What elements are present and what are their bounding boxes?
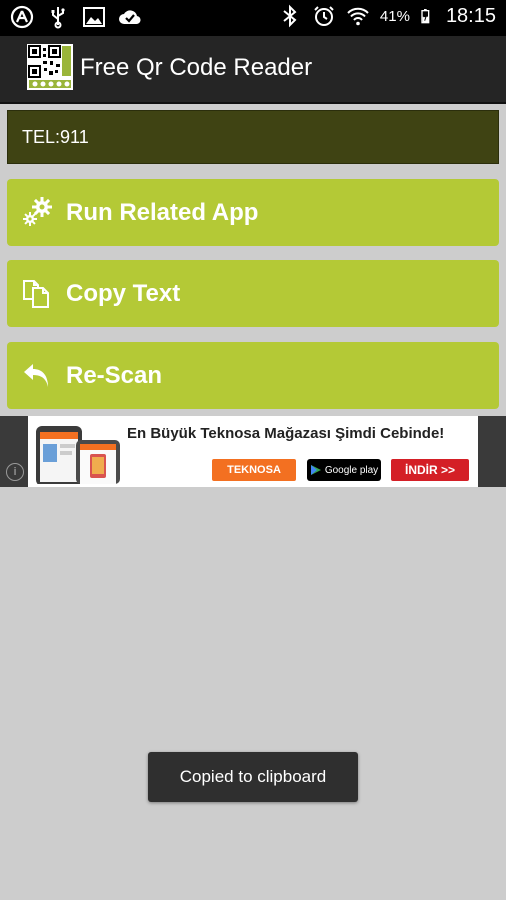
ad-download-button[interactable]: İNDİR >> [391, 459, 469, 481]
run-related-app-button[interactable]: Run Related App [7, 179, 499, 246]
clock: 18:15 [445, 4, 496, 27]
ad-banner-container: i En Büyük Teknosa Mağazası Şimdi Cebind… [0, 416, 506, 487]
qr-code-icon[interactable] [27, 44, 73, 90]
wifi-icon [347, 7, 369, 26]
status-bar: 41% 18:15 [0, 0, 506, 36]
reply-arrow-icon [24, 364, 48, 387]
battery-icon [421, 9, 430, 24]
app-title: Free Qr Code Reader [80, 54, 313, 81]
re-scan-button[interactable]: Re-Scan [7, 342, 499, 409]
sync-check-icon [119, 10, 141, 25]
bluetooth-icon [283, 4, 297, 28]
phone-illustration [36, 426, 120, 484]
battery-percent: 41% [379, 7, 410, 25]
status-right-icons: 41% 18:15 [278, 4, 496, 28]
alarm-icon [314, 6, 334, 26]
google-play-label: Google play [324, 464, 379, 476]
toast-message: Copied to clipboard [148, 752, 358, 802]
copy-text-label: Copy Text [66, 280, 181, 307]
run-related-app-label: Run Related App [66, 199, 259, 226]
copy-text-button[interactable]: Copy Text [7, 260, 499, 327]
scan-result-text: TEL:911 [22, 127, 89, 147]
toast-text: Copied to clipboard [179, 767, 327, 786]
copy-icon [23, 280, 49, 308]
ad-banner[interactable]: En Büyük Teknosa Mağazası Şimdi Cebinde!… [28, 416, 478, 487]
action-bar: Free Qr Code Reader [0, 36, 506, 104]
teknosa-logo: TEKNOSA [212, 459, 296, 481]
google-play-badge[interactable]: Google play [307, 459, 381, 481]
re-scan-label: Re-Scan [66, 362, 163, 389]
usb-icon [51, 7, 65, 29]
accessibility-icon [10, 5, 34, 29]
status-left-icons [10, 5, 142, 29]
ad-info-icon[interactable]: i [6, 463, 24, 481]
play-store-icon [310, 465, 321, 475]
image-icon [83, 7, 105, 27]
ad-headline: En Büyük Teknosa Mağazası Şimdi Cebinde! [127, 425, 445, 442]
scan-result-box: TEL:911 [7, 110, 499, 164]
gears-icon [23, 197, 52, 226]
